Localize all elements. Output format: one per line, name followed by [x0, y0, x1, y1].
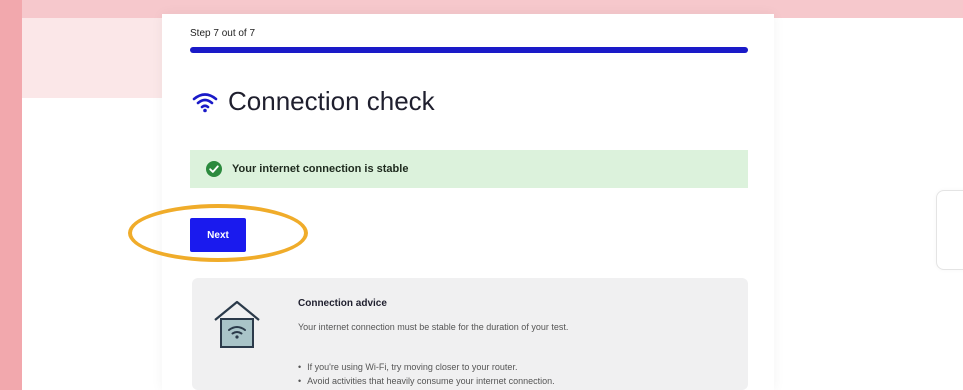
progress-bar	[190, 47, 748, 53]
advice-title: Connection advice	[298, 298, 387, 309]
check-circle-icon	[206, 161, 222, 177]
next-button[interactable]: Next	[190, 218, 246, 252]
page-title: Connection check	[228, 86, 435, 116]
advice-tip: Avoid activities that heavily consume yo…	[298, 374, 554, 388]
house-wifi-icon	[214, 300, 260, 348]
title-row: Connection check	[192, 86, 435, 117]
background-fade	[22, 18, 162, 98]
connection-advice-panel: Connection advice Your internet connecti…	[192, 278, 748, 390]
side-widget[interactable]	[936, 190, 963, 270]
wifi-icon	[192, 92, 218, 112]
background-left	[0, 0, 22, 390]
status-message: Your internet connection is stable	[232, 163, 409, 175]
progress-fill	[190, 47, 748, 53]
advice-tips-list: If you're using Wi-Fi, try moving closer…	[298, 360, 555, 388]
advice-body: Your internet connection must be stable …	[298, 322, 569, 332]
step-label: Step 7 out of 7	[190, 28, 256, 39]
status-banner: Your internet connection is stable	[190, 150, 748, 188]
advice-tip: If you're using Wi-Fi, try moving closer…	[298, 360, 555, 374]
